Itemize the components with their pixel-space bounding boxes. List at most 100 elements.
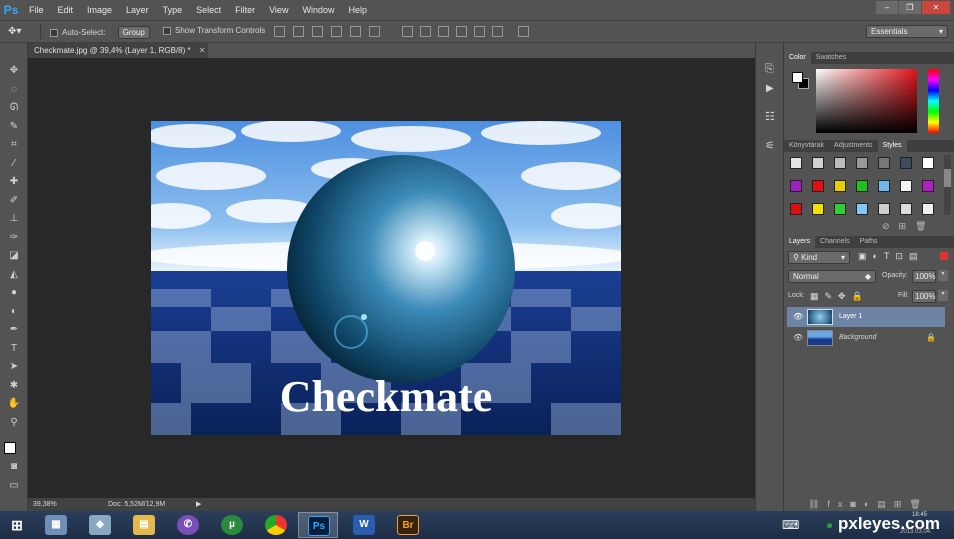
- menu-edit[interactable]: Edit: [51, 0, 81, 20]
- lock-icons[interactable]: ▦✎✥🔒: [810, 291, 869, 302]
- align-top-icon[interactable]: [274, 26, 285, 37]
- filter-toggle[interactable]: [940, 252, 948, 260]
- styles-footer-icons[interactable]: ⊘⊞🗑: [882, 221, 936, 232]
- style-swatch[interactable]: [834, 203, 846, 215]
- document-canvas[interactable]: Checkmate: [151, 121, 621, 435]
- style-swatch[interactable]: [856, 157, 868, 169]
- fill-input[interactable]: 100%: [912, 290, 936, 303]
- type-tool-icon[interactable]: T: [6, 342, 22, 356]
- style-swatch[interactable]: [900, 203, 912, 215]
- screen-mode-icon[interactable]: ▭: [6, 479, 22, 493]
- menu-window[interactable]: Window: [295, 0, 341, 20]
- distribute-left-icon[interactable]: [456, 26, 467, 37]
- distribute-hcenter-icon[interactable]: [474, 26, 485, 37]
- taskbar-viber[interactable]: ✆: [168, 512, 208, 538]
- gradient-tool-icon[interactable]: ◭: [6, 268, 22, 282]
- style-swatch[interactable]: [878, 203, 890, 215]
- restore-button[interactable]: ❐: [899, 1, 921, 14]
- tab-paths[interactable]: Paths: [855, 236, 883, 248]
- crop-tool-icon[interactable]: ⌗: [6, 138, 22, 152]
- move-tool-preset-icon[interactable]: ✥▾: [8, 26, 21, 37]
- workspace-dropdown[interactable]: Essentials ▾: [866, 25, 948, 38]
- style-swatch[interactable]: [856, 180, 868, 192]
- style-swatch[interactable]: [900, 157, 912, 169]
- style-swatch[interactable]: [900, 180, 912, 192]
- style-swatch[interactable]: [878, 180, 890, 192]
- menu-filter[interactable]: Filter: [228, 0, 262, 20]
- quick-mask-icon[interactable]: ◙: [6, 460, 22, 474]
- taskbar-utorrent[interactable]: µ: [212, 512, 252, 538]
- eyedropper-tool-icon[interactable]: ⁄: [6, 157, 22, 171]
- color-foreground-swatch[interactable]: [792, 72, 803, 83]
- align-right-icon[interactable]: [369, 26, 380, 37]
- opacity-slider-button[interactable]: ▾: [938, 270, 948, 281]
- menu-image[interactable]: Image: [80, 0, 119, 20]
- style-swatch[interactable]: [834, 180, 846, 192]
- actions-panel-icon[interactable]: ▶: [766, 83, 774, 94]
- lasso-tool-icon[interactable]: ᘏ: [6, 101, 22, 115]
- history-panel-icon[interactable]: ⎘: [765, 63, 774, 76]
- zoom-level[interactable]: 39,38%: [33, 498, 57, 511]
- menu-select[interactable]: Select: [189, 0, 228, 20]
- style-swatch[interactable]: [922, 180, 934, 192]
- styles-scrollbar[interactable]: [944, 155, 951, 215]
- stamp-tool-icon[interactable]: ⊥: [6, 212, 22, 226]
- path-select-tool-icon[interactable]: ➤: [6, 360, 22, 374]
- opacity-input[interactable]: 100%: [912, 270, 936, 283]
- auto-align-icon[interactable]: [518, 26, 529, 37]
- shape-tool-icon[interactable]: ✱: [6, 379, 22, 393]
- style-swatch[interactable]: [812, 203, 824, 215]
- visibility-eye-icon[interactable]: 👁: [793, 307, 803, 327]
- foreground-color-swatch[interactable]: [4, 442, 16, 454]
- eraser-tool-icon[interactable]: ◪: [6, 249, 22, 263]
- distribute-vcenter-icon[interactable]: [420, 26, 431, 37]
- hue-slider[interactable]: [928, 69, 939, 133]
- close-tab-icon[interactable]: ✕: [199, 46, 206, 55]
- fill-slider-button[interactable]: ▾: [938, 290, 948, 301]
- color-spectrum-field[interactable]: [816, 69, 917, 133]
- style-swatch[interactable]: [922, 203, 934, 215]
- style-swatch[interactable]: [790, 203, 802, 215]
- pen-tool-icon[interactable]: ✒: [6, 323, 22, 337]
- taskbar-calculator[interactable]: ▦: [36, 512, 76, 538]
- layer-row-background[interactable]: 👁 Background 🔒: [787, 328, 945, 348]
- style-swatch[interactable]: [790, 157, 802, 169]
- distribute-right-icon[interactable]: [492, 26, 503, 37]
- document-tab[interactable]: Checkmate.jpg @ 39,4% (Layer 1, RGB/8) *…: [28, 43, 208, 58]
- auto-select-dropdown[interactable]: Group: [117, 26, 150, 39]
- close-button[interactable]: ✕: [922, 1, 950, 14]
- style-swatch[interactable]: [834, 157, 846, 169]
- taskbar-app[interactable]: ◈: [80, 512, 120, 538]
- tab-swatches[interactable]: Swatches: [811, 52, 851, 64]
- style-swatch[interactable]: [922, 157, 934, 169]
- taskbar-word[interactable]: W: [344, 512, 384, 538]
- tab-color[interactable]: Color: [784, 52, 811, 64]
- quick-select-tool-icon[interactable]: ✎: [6, 120, 22, 134]
- layer-filter-dropdown[interactable]: ⚲ Kind ▾: [788, 251, 850, 264]
- zoom-tool-icon[interactable]: ⚲: [6, 416, 22, 430]
- move-tool-icon[interactable]: ✥: [6, 64, 22, 78]
- taskbar-photoshop[interactable]: Ps: [298, 512, 338, 538]
- dodge-tool-icon[interactable]: ◐: [6, 305, 22, 319]
- brush-tool-icon[interactable]: ✐: [6, 194, 22, 208]
- style-swatch[interactable]: [878, 157, 890, 169]
- layer-row-layer-1[interactable]: 👁 Layer 1: [787, 307, 945, 327]
- marquee-tool-icon[interactable]: ◌: [6, 83, 22, 97]
- distribute-bottom-icon[interactable]: [438, 26, 449, 37]
- tab-adjustments[interactable]: Adjustments: [829, 140, 878, 152]
- menu-view[interactable]: View: [262, 0, 295, 20]
- layers-footer-icons[interactable]: ⛓fx◙◐▤⊞🗑: [808, 499, 929, 510]
- history-brush-tool-icon[interactable]: ✑: [6, 231, 22, 245]
- taskbar-chrome[interactable]: [256, 512, 296, 538]
- style-swatch[interactable]: [812, 157, 824, 169]
- tab-channels[interactable]: Channels: [815, 236, 855, 248]
- taskbar-bridge[interactable]: Br: [388, 512, 428, 538]
- style-swatch[interactable]: [790, 180, 802, 192]
- blur-tool-icon[interactable]: ●: [6, 286, 22, 300]
- style-swatch[interactable]: [812, 180, 824, 192]
- status-menu-arrow-icon[interactable]: ▶: [196, 498, 201, 511]
- clock-time[interactable]: 18:45: [912, 512, 927, 518]
- minimize-button[interactable]: –: [876, 1, 898, 14]
- menu-type[interactable]: Type: [156, 0, 190, 20]
- menu-file[interactable]: File: [22, 0, 51, 20]
